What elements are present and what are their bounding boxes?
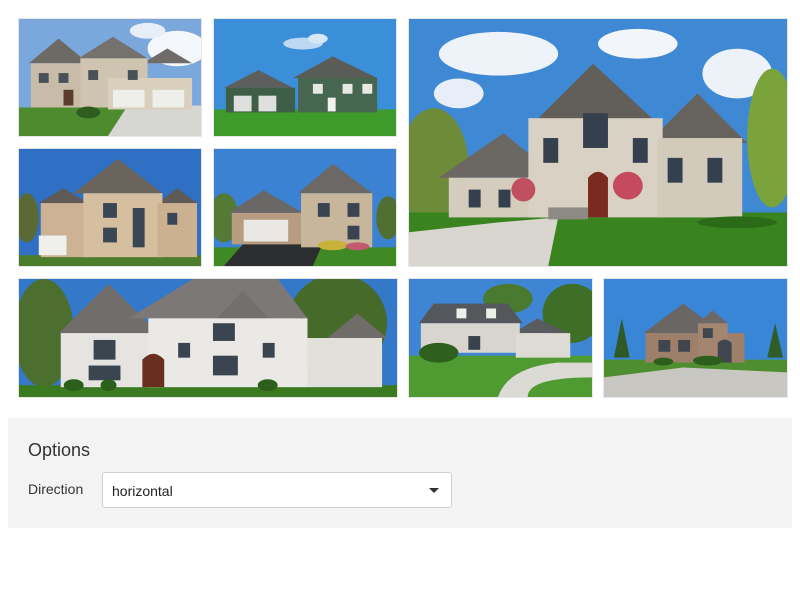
gallery-photo-4[interactable] bbox=[18, 148, 202, 267]
photo-gallery bbox=[0, 0, 800, 410]
house-photo-4 bbox=[19, 149, 201, 266]
gallery-photo-2[interactable] bbox=[213, 18, 397, 137]
house-photo-2 bbox=[214, 19, 396, 136]
options-title: Options bbox=[28, 440, 91, 460]
house-photo-5 bbox=[214, 149, 396, 266]
house-photo-6 bbox=[19, 279, 397, 397]
house-photo-7 bbox=[409, 279, 592, 397]
direction-label: Direction bbox=[28, 481, 84, 497]
gallery-photo-5[interactable] bbox=[213, 148, 397, 267]
gallery-photo-3[interactable] bbox=[408, 18, 788, 267]
gallery-photo-7[interactable] bbox=[408, 278, 593, 398]
direction-select[interactable]: horizontal bbox=[102, 472, 452, 508]
caret-down-icon bbox=[429, 488, 439, 493]
options-panel: Options Direction horizontal bbox=[8, 418, 792, 528]
direction-select-value: horizontal bbox=[112, 483, 173, 499]
house-photo-1 bbox=[19, 19, 201, 136]
gallery-photo-1[interactable] bbox=[18, 18, 202, 137]
house-photo-3 bbox=[409, 19, 787, 266]
gallery-photo-6[interactable] bbox=[18, 278, 398, 398]
gallery-photo-8[interactable] bbox=[603, 278, 788, 398]
house-photo-8 bbox=[604, 279, 787, 397]
